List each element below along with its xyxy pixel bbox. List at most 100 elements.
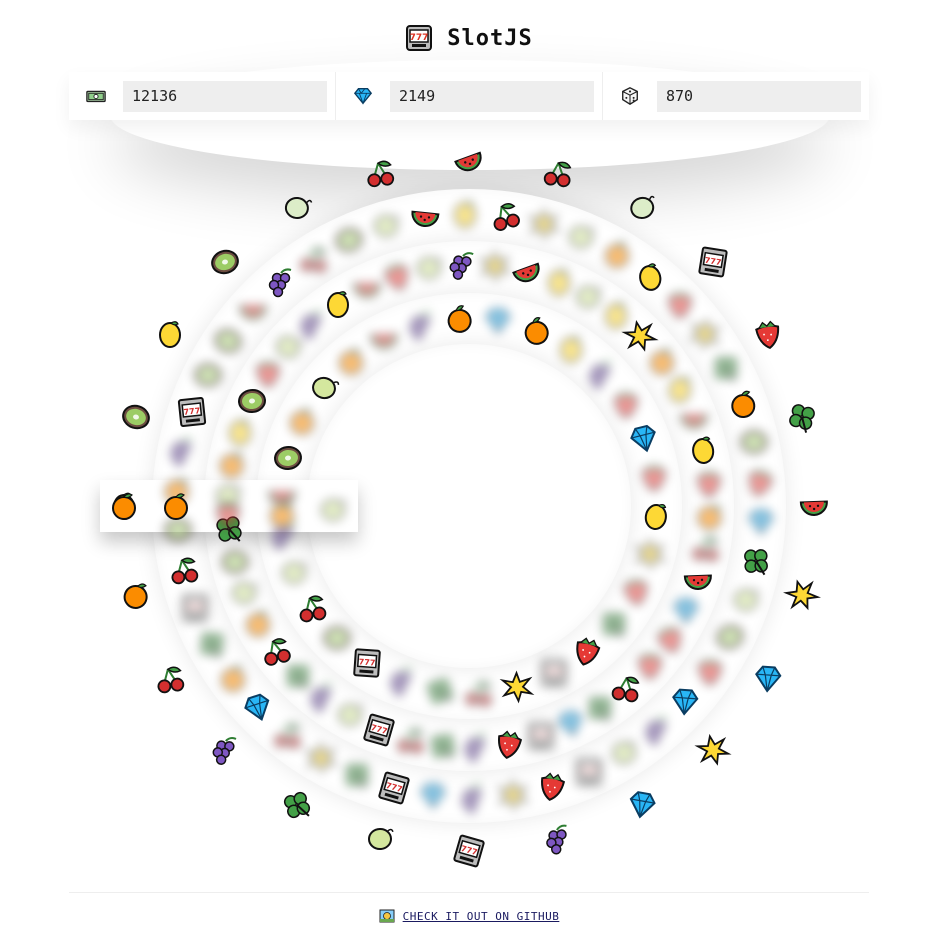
watermelon-icon — [677, 402, 711, 436]
grapes-icon — [456, 781, 490, 815]
strawberry-icon — [380, 259, 414, 293]
github-link[interactable]: CHECK IT OUT ON GITHUB — [403, 910, 560, 923]
collision-icon — [688, 317, 723, 351]
strawberry-icon — [535, 769, 569, 803]
clover-icon — [195, 627, 229, 661]
svg-text:777: 777 — [546, 668, 563, 677]
collision-icon — [495, 778, 531, 812]
orange-icon — [215, 447, 249, 481]
cherries-icon — [462, 676, 496, 710]
kiwi-icon — [713, 620, 747, 654]
cherries-icon — [488, 199, 522, 233]
strawberry-icon — [692, 466, 726, 500]
watermelon-icon — [797, 489, 831, 523]
stat-gems: 2149 — [336, 72, 603, 120]
clover-icon — [280, 788, 314, 822]
orange-icon — [285, 404, 319, 438]
kiwi-icon — [737, 425, 771, 459]
watermelon-icon — [452, 144, 486, 178]
kiwi-icon — [211, 324, 245, 358]
header: 777 SlotJS — [0, 18, 938, 58]
orange-icon — [519, 314, 553, 348]
orange-icon — [159, 489, 193, 523]
grapes-icon — [541, 822, 575, 856]
orange-icon — [600, 237, 634, 271]
gem-icon — [625, 788, 659, 822]
dice-icon — [619, 85, 641, 107]
collision-icon — [477, 249, 513, 283]
grapes-icon — [459, 730, 493, 764]
lime-icon — [412, 251, 446, 285]
slot-machine-icon: 777 — [377, 771, 411, 805]
orange-icon — [693, 499, 727, 533]
kiwi-icon — [271, 441, 305, 475]
kiwi-icon — [119, 400, 153, 434]
strawberry-icon — [693, 654, 727, 688]
cherries-icon — [167, 553, 201, 587]
strawberry-icon — [609, 387, 643, 421]
lime-icon — [227, 576, 261, 610]
cherries-icon — [297, 242, 331, 276]
grapes-icon — [640, 713, 674, 747]
svg-text:777: 777 — [532, 731, 549, 740]
lemon-green-icon — [625, 190, 659, 224]
orange-icon — [241, 606, 275, 640]
grapes-icon — [264, 265, 298, 299]
collision-icon — [499, 670, 535, 704]
gems-value: 2149 — [390, 80, 594, 112]
clover-icon — [426, 729, 460, 763]
watermelon-icon — [350, 271, 384, 305]
stats-bar: 12136 2149 870 — [69, 72, 869, 120]
github-logo-icon — [379, 908, 395, 924]
svg-text:777: 777 — [410, 33, 429, 43]
cherries-icon — [271, 718, 305, 752]
watermelon-icon — [510, 255, 544, 289]
gem-icon — [744, 505, 778, 539]
gem-icon — [627, 422, 661, 456]
collision-icon — [303, 741, 339, 775]
watermelon-icon — [408, 200, 442, 234]
lemon-icon — [153, 317, 187, 351]
lemon-icon — [554, 332, 588, 366]
kiwi-icon — [320, 621, 354, 655]
slot-machine-icon: 777 — [537, 656, 571, 690]
slot-machine-icon: 777 — [175, 395, 209, 429]
cherries-icon — [363, 156, 397, 190]
gem-icon — [554, 707, 588, 741]
gem-icon — [481, 304, 515, 338]
collision-icon — [783, 578, 822, 612]
grapes-icon — [165, 434, 199, 468]
strawberry-icon — [751, 317, 785, 351]
grapes-icon — [385, 664, 419, 698]
money-value: 12136 — [123, 80, 327, 112]
svg-text:777: 777 — [187, 603, 204, 612]
grapes-icon — [404, 308, 438, 342]
lime-icon — [729, 583, 763, 617]
lemon-icon — [639, 499, 673, 533]
cherries-icon — [394, 723, 428, 757]
strawberry-icon — [570, 634, 604, 668]
slot-machine-icon: 777 — [350, 646, 384, 680]
slot-machine-icon: 777 — [452, 834, 486, 868]
collision-icon — [694, 733, 732, 767]
clover-icon — [340, 758, 374, 792]
kiwi-icon — [218, 545, 252, 579]
lime-icon — [369, 209, 403, 243]
grapes-icon — [445, 248, 479, 282]
strawberry-icon — [743, 465, 777, 499]
clover-icon — [785, 400, 819, 434]
slot-machine-icon: 777 — [572, 755, 606, 789]
clover-icon — [423, 674, 457, 708]
lime-icon — [316, 493, 350, 527]
cherries-icon — [541, 156, 575, 190]
orange-icon — [726, 387, 760, 421]
slot-machine-icon: 777 — [696, 245, 730, 279]
kiwi-icon — [191, 358, 225, 392]
lime-icon — [277, 556, 311, 590]
collision-icon — [526, 207, 561, 241]
lime-icon — [363, 822, 397, 856]
banknote-icon — [85, 85, 107, 107]
lemon-green-icon — [280, 190, 314, 224]
strawberry-icon — [619, 574, 653, 608]
orange-icon — [265, 497, 299, 531]
